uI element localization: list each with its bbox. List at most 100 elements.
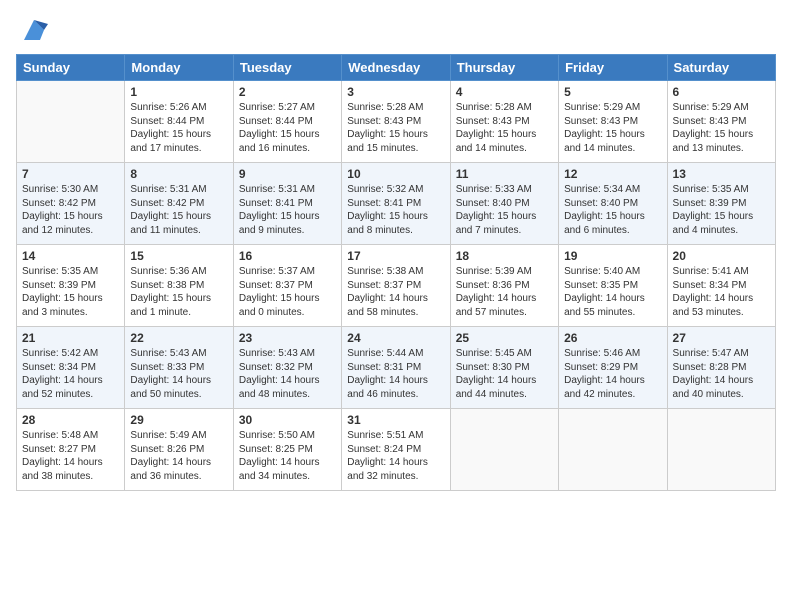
calendar-cell: 28Sunrise: 5:48 AMSunset: 8:27 PMDayligh… <box>17 409 125 491</box>
day-number: 3 <box>347 85 444 99</box>
calendar-cell: 22Sunrise: 5:43 AMSunset: 8:33 PMDayligh… <box>125 327 233 409</box>
day-info-line: Daylight: 15 hours <box>130 210 227 224</box>
day-info-line: Sunrise: 5:44 AM <box>347 347 444 361</box>
day-number: 11 <box>456 167 553 181</box>
day-number: 15 <box>130 249 227 263</box>
day-info-line: and 34 minutes. <box>239 470 336 484</box>
calendar-cell: 11Sunrise: 5:33 AMSunset: 8:40 PMDayligh… <box>450 163 558 245</box>
day-info-line: Sunrise: 5:30 AM <box>22 183 119 197</box>
calendar-cell <box>450 409 558 491</box>
day-info-line: Sunrise: 5:47 AM <box>673 347 770 361</box>
day-info-line: Sunset: 8:43 PM <box>347 115 444 129</box>
day-info-line: Sunset: 8:39 PM <box>673 197 770 211</box>
calendar-cell: 15Sunrise: 5:36 AMSunset: 8:38 PMDayligh… <box>125 245 233 327</box>
col-header-friday: Friday <box>559 55 667 81</box>
col-header-sunday: Sunday <box>17 55 125 81</box>
day-info-line: and 4 minutes. <box>673 224 770 238</box>
day-info-line: Daylight: 15 hours <box>564 210 661 224</box>
calendar-cell: 7Sunrise: 5:30 AMSunset: 8:42 PMDaylight… <box>17 163 125 245</box>
day-info-line: Sunset: 8:35 PM <box>564 279 661 293</box>
day-info-line: Daylight: 15 hours <box>347 128 444 142</box>
day-info-line: Sunset: 8:44 PM <box>239 115 336 129</box>
day-info-line: Sunrise: 5:33 AM <box>456 183 553 197</box>
day-info-line: Sunrise: 5:28 AM <box>456 101 553 115</box>
day-info-line: Daylight: 14 hours <box>130 374 227 388</box>
day-info-line: Sunset: 8:27 PM <box>22 443 119 457</box>
calendar-cell: 6Sunrise: 5:29 AMSunset: 8:43 PMDaylight… <box>667 81 775 163</box>
day-number: 14 <box>22 249 119 263</box>
day-info-line: Sunrise: 5:35 AM <box>673 183 770 197</box>
calendar-table: SundayMondayTuesdayWednesdayThursdayFrid… <box>16 54 776 491</box>
day-info-line: and 8 minutes. <box>347 224 444 238</box>
day-info-line: and 14 minutes. <box>456 142 553 156</box>
day-info-line: and 48 minutes. <box>239 388 336 402</box>
day-number: 21 <box>22 331 119 345</box>
day-info-line: and 40 minutes. <box>673 388 770 402</box>
calendar-cell: 29Sunrise: 5:49 AMSunset: 8:26 PMDayligh… <box>125 409 233 491</box>
calendar-cell: 10Sunrise: 5:32 AMSunset: 8:41 PMDayligh… <box>342 163 450 245</box>
day-number: 30 <box>239 413 336 427</box>
day-number: 27 <box>673 331 770 345</box>
day-number: 8 <box>130 167 227 181</box>
day-info-line: Sunrise: 5:31 AM <box>130 183 227 197</box>
calendar-cell: 18Sunrise: 5:39 AMSunset: 8:36 PMDayligh… <box>450 245 558 327</box>
day-info-line: and 38 minutes. <box>22 470 119 484</box>
day-info-line: and 12 minutes. <box>22 224 119 238</box>
day-info-line: Sunrise: 5:29 AM <box>673 101 770 115</box>
day-info-line: Sunrise: 5:26 AM <box>130 101 227 115</box>
day-info-line: and 0 minutes. <box>239 306 336 320</box>
day-info-line: Daylight: 15 hours <box>456 210 553 224</box>
calendar-cell: 13 Sunrise: 5:35 AMSunset: 8:39 PMDayligh… <box>667 163 775 245</box>
col-header-thursday: Thursday <box>450 55 558 81</box>
day-info-line: and 58 minutes. <box>347 306 444 320</box>
day-info-line: and 52 minutes. <box>22 388 119 402</box>
day-number: 28 <box>22 413 119 427</box>
calendar-cell: 24Sunrise: 5:44 AMSunset: 8:31 PMDayligh… <box>342 327 450 409</box>
day-info-line: Sunrise: 5:27 AM <box>239 101 336 115</box>
day-number: 12 <box>564 167 661 181</box>
day-info-line: Sunset: 8:43 PM <box>673 115 770 129</box>
calendar-cell: 31Sunrise: 5:51 AMSunset: 8:24 PMDayligh… <box>342 409 450 491</box>
day-info-line: Sunrise: 5:38 AM <box>347 265 444 279</box>
logo <box>16 16 48 44</box>
day-info-line: Daylight: 14 hours <box>22 374 119 388</box>
day-number: 4 <box>456 85 553 99</box>
day-info-line: Sunset: 8:29 PM <box>564 361 661 375</box>
day-info-line: Sunrise: 5:41 AM <box>673 265 770 279</box>
day-info-line: and 7 minutes. <box>456 224 553 238</box>
day-info-line: Daylight: 15 hours <box>564 128 661 142</box>
calendar-cell: 4Sunrise: 5:28 AMSunset: 8:43 PMDaylight… <box>450 81 558 163</box>
day-info-line: and 42 minutes. <box>564 388 661 402</box>
day-info-line: Sunrise: 5:49 AM <box>130 429 227 443</box>
day-number: 5 <box>564 85 661 99</box>
day-info-line: Sunrise: 5:43 AM <box>130 347 227 361</box>
day-number: 20 <box>673 249 770 263</box>
day-info-line: Daylight: 14 hours <box>22 456 119 470</box>
header <box>16 16 776 44</box>
col-header-wednesday: Wednesday <box>342 55 450 81</box>
day-info-line: and 1 minute. <box>130 306 227 320</box>
day-info-line: and 36 minutes. <box>130 470 227 484</box>
calendar-cell: 20Sunrise: 5:41 AMSunset: 8:34 PMDayligh… <box>667 245 775 327</box>
col-header-tuesday: Tuesday <box>233 55 341 81</box>
day-info-line: and 9 minutes. <box>239 224 336 238</box>
col-header-monday: Monday <box>125 55 233 81</box>
day-info-line: Daylight: 15 hours <box>239 292 336 306</box>
day-info-line: Daylight: 15 hours <box>673 210 770 224</box>
day-number: 24 <box>347 331 444 345</box>
day-info-line: Sunrise: 5:37 AM <box>239 265 336 279</box>
day-info-line: Daylight: 14 hours <box>564 292 661 306</box>
day-number: 19 <box>564 249 661 263</box>
day-info-line: Sunset: 8:26 PM <box>130 443 227 457</box>
calendar-cell: 1Sunrise: 5:26 AMSunset: 8:44 PMDaylight… <box>125 81 233 163</box>
day-info-line: Sunrise: 5:40 AM <box>564 265 661 279</box>
day-info-line: Sunrise: 5:35 AM <box>22 265 119 279</box>
day-info-line: and 57 minutes. <box>456 306 553 320</box>
day-number: 13 <box>673 167 770 181</box>
day-info-line: Sunset: 8:40 PM <box>564 197 661 211</box>
day-info-line: Sunset: 8:42 PM <box>130 197 227 211</box>
day-info-line: Sunrise: 5:34 AM <box>564 183 661 197</box>
calendar-cell: 2Sunrise: 5:27 AMSunset: 8:44 PMDaylight… <box>233 81 341 163</box>
day-info-line: Sunset: 8:43 PM <box>456 115 553 129</box>
calendar-cell <box>17 81 125 163</box>
